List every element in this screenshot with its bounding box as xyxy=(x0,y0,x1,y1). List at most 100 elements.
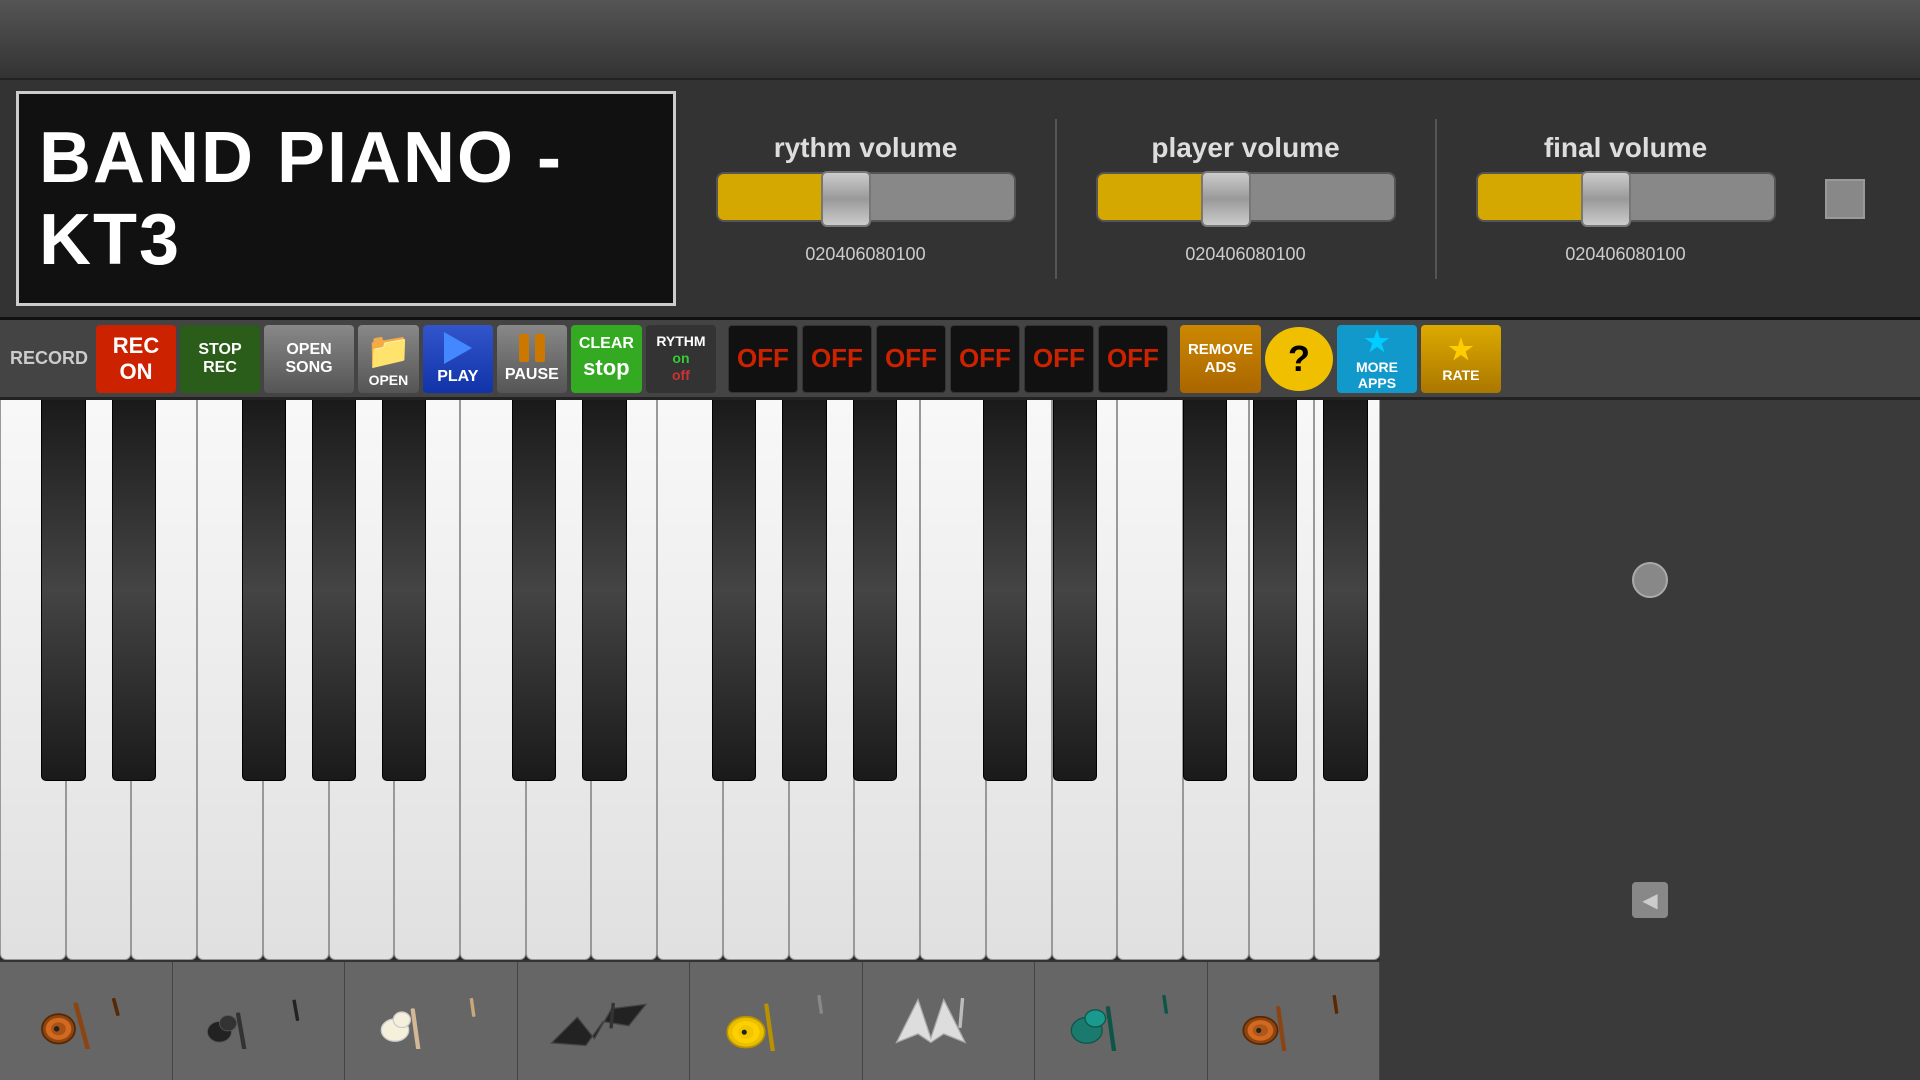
black-key-10[interactable] xyxy=(853,400,897,781)
off-button-6[interactable]: OFF xyxy=(1098,325,1168,393)
rate-button[interactable]: ★ RATE xyxy=(1421,325,1501,393)
rate-label: RATE xyxy=(1442,367,1479,384)
remove-ads-label2: ADS xyxy=(1205,359,1237,377)
black-key-6[interactable] xyxy=(512,400,556,781)
off-button-2[interactable]: OFF xyxy=(802,325,872,393)
guitar-3-icon xyxy=(371,994,491,1049)
stop-indicator: stop xyxy=(579,353,633,383)
player-volume-group: player volume 0 20 40 60 80 100 xyxy=(1096,132,1396,265)
final-slider-thumb[interactable] xyxy=(1581,171,1631,227)
piano-guitar-section: .bk { position:absolute; background:line… xyxy=(0,400,1920,1080)
help-icon: ? xyxy=(1288,338,1310,380)
guitar-1-sunburst[interactable] xyxy=(0,962,173,1080)
black-key-5[interactable] xyxy=(382,400,426,781)
black-key-3[interactable] xyxy=(242,400,286,781)
rythm-on: on xyxy=(672,350,689,367)
remove-ads-button[interactable]: REMOVE ADS xyxy=(1180,325,1261,393)
small-square-button[interactable] xyxy=(1825,179,1865,219)
rythm-slider-markers: 0 20 40 60 80 100 xyxy=(801,244,929,265)
guitar-5-icon xyxy=(716,991,836,1051)
stop-rec-label2: REC xyxy=(203,359,237,377)
open-song-label2: SONG xyxy=(285,359,332,377)
open-song-label: OPEN xyxy=(286,341,331,359)
right-circle-button[interactable] xyxy=(1632,562,1668,598)
black-key-2[interactable] xyxy=(112,400,156,781)
guitar-8-vintage-sunburst[interactable] xyxy=(1208,962,1381,1080)
black-key-15[interactable] xyxy=(1323,400,1367,781)
player-slider-thumb[interactable] xyxy=(1201,171,1251,227)
play-triangle-icon xyxy=(444,332,472,364)
player-volume-label: player volume xyxy=(1151,132,1339,164)
open-label: OPEN xyxy=(369,372,409,388)
header-section: BAND PIANO - KT3 rythm volume 0 20 40 60… xyxy=(0,80,1920,320)
more-apps-label2: APPS xyxy=(1358,375,1396,392)
guitar-3-cream-strat[interactable] xyxy=(345,962,518,1080)
rec-on-button[interactable]: REC ON xyxy=(96,325,176,393)
guitar-7-teal-electric[interactable] xyxy=(1035,962,1208,1080)
rate-star-icon: ★ xyxy=(1448,333,1473,367)
off-button-1[interactable]: OFF xyxy=(728,325,798,393)
black-key-11[interactable] xyxy=(983,400,1027,781)
record-label: RECORD xyxy=(10,348,88,369)
stop-rec-button[interactable]: STOP REC xyxy=(180,325,260,393)
guitar-4-icon xyxy=(543,994,663,1049)
more-apps-label: MORE xyxy=(1356,359,1398,376)
rythm-label: RYTHM xyxy=(656,333,705,350)
volume-divider-1 xyxy=(1055,119,1057,279)
off-button-5[interactable]: OFF xyxy=(1024,325,1094,393)
volume-controls: rythm volume 0 20 40 60 80 100 xyxy=(676,119,1904,279)
guitar-1-icon xyxy=(31,994,141,1049)
controls-bar: RECORD REC ON STOP REC OPEN SONG 📁 OPEN … xyxy=(0,320,1920,400)
off-button-3[interactable]: OFF xyxy=(876,325,946,393)
black-key-12[interactable] xyxy=(1053,400,1097,781)
pause-button[interactable]: PAUSE xyxy=(497,325,567,393)
rythm-volume-group: rythm volume 0 20 40 60 80 100 xyxy=(716,132,1016,265)
open-button[interactable]: 📁 OPEN xyxy=(358,325,419,393)
pause-label: PAUSE xyxy=(505,366,559,384)
right-arrow-button[interactable]: ◀ xyxy=(1632,882,1668,918)
play-label: PLAY xyxy=(437,368,478,386)
white-key-18[interactable] xyxy=(1117,400,1183,960)
rythm-volume-slider[interactable] xyxy=(716,172,1016,232)
clear-stop-button[interactable]: CLEAR stop xyxy=(571,325,642,393)
rythm-slider-thumb[interactable] xyxy=(821,171,871,227)
white-key-15[interactable] xyxy=(920,400,986,960)
player-volume-slider[interactable] xyxy=(1096,172,1396,232)
black-key-1[interactable] xyxy=(41,400,85,781)
volume-divider-2 xyxy=(1435,119,1437,279)
guitar-2-black-bass[interactable] xyxy=(173,962,346,1080)
final-volume-slider[interactable] xyxy=(1476,172,1776,232)
play-button[interactable]: PLAY xyxy=(423,325,493,393)
more-apps-button[interactable]: ★ MORE APPS xyxy=(1337,325,1417,393)
final-volume-label: final volume xyxy=(1544,132,1707,164)
black-key-14[interactable] xyxy=(1253,400,1297,781)
piano-keyboard[interactable]: .bk { position:absolute; background:line… xyxy=(0,400,1380,960)
guitar-7-icon xyxy=(1061,991,1181,1051)
pause-bar-2 xyxy=(535,334,545,362)
rythm-button[interactable]: RYTHM on off xyxy=(646,325,716,393)
black-key-13[interactable] xyxy=(1183,400,1227,781)
black-key-9[interactable] xyxy=(782,400,826,781)
final-slider-markers: 0 20 40 60 80 100 xyxy=(1561,244,1689,265)
guitar-8-icon xyxy=(1233,991,1353,1051)
black-key-7[interactable] xyxy=(582,400,626,781)
black-key-8[interactable] xyxy=(712,400,756,781)
remove-ads-label: REMOVE xyxy=(1188,341,1253,359)
final-volume-group: final volume 0 20 40 60 80 100 xyxy=(1476,132,1776,265)
main-content: BAND PIANO - KT3 rythm volume 0 20 40 60… xyxy=(0,80,1920,1080)
rythm-volume-label: rythm volume xyxy=(774,132,958,164)
player-slider-markers: 0 20 40 60 80 100 xyxy=(1181,244,1309,265)
guitar-2-icon xyxy=(198,994,318,1049)
guitar-6-icon xyxy=(888,991,1008,1051)
guitar-4-bc-rich[interactable] xyxy=(518,962,691,1080)
off-button-4[interactable]: OFF xyxy=(950,325,1020,393)
open-song-button[interactable]: OPEN SONG xyxy=(264,325,354,393)
guitar-6-flying-v[interactable] xyxy=(863,962,1036,1080)
app-title: BAND PIANO - KT3 xyxy=(39,117,673,281)
guitar-5-yellow-les-paul[interactable] xyxy=(690,962,863,1080)
black-key-4[interactable] xyxy=(312,400,356,781)
off-buttons-group: OFF OFF OFF OFF OFF OFF xyxy=(728,325,1168,393)
piano-and-guitar: .bk { position:absolute; background:line… xyxy=(0,400,1380,1080)
pause-bar-1 xyxy=(519,334,529,362)
help-button[interactable]: ? xyxy=(1265,327,1333,391)
